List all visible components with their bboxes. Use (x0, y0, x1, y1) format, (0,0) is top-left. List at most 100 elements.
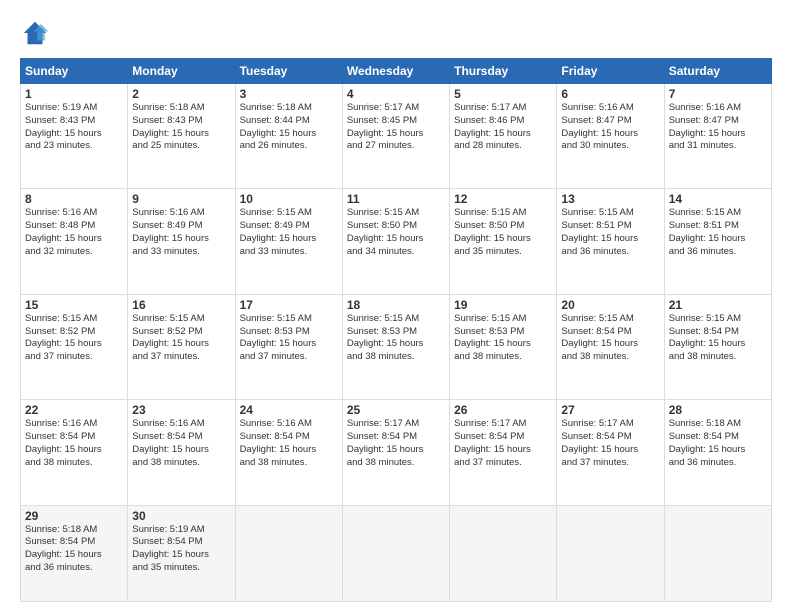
day-info: Sunrise: 5:15 AMSunset: 8:49 PMDaylight:… (240, 207, 338, 258)
day-number: 23 (132, 403, 230, 417)
day-info: Sunrise: 5:16 AMSunset: 8:54 PMDaylight:… (25, 418, 123, 469)
day-info: Sunrise: 5:16 AMSunset: 8:49 PMDaylight:… (132, 207, 230, 258)
calendar-cell: 9Sunrise: 5:16 AMSunset: 8:49 PMDaylight… (128, 189, 235, 294)
calendar-cell (235, 505, 342, 602)
day-info: Sunrise: 5:15 AMSunset: 8:52 PMDaylight:… (132, 313, 230, 364)
calendar-cell: 13Sunrise: 5:15 AMSunset: 8:51 PMDayligh… (557, 189, 664, 294)
day-number: 2 (132, 87, 230, 101)
header-friday: Friday (557, 59, 664, 84)
day-number: 8 (25, 192, 123, 206)
day-info: Sunrise: 5:16 AMSunset: 8:54 PMDaylight:… (240, 418, 338, 469)
calendar-cell: 19Sunrise: 5:15 AMSunset: 8:53 PMDayligh… (450, 294, 557, 399)
calendar-cell: 6Sunrise: 5:16 AMSunset: 8:47 PMDaylight… (557, 84, 664, 189)
day-number: 15 (25, 298, 123, 312)
day-info: Sunrise: 5:15 AMSunset: 8:51 PMDaylight:… (669, 207, 767, 258)
day-info: Sunrise: 5:18 AMSunset: 8:54 PMDaylight:… (669, 418, 767, 469)
day-info: Sunrise: 5:17 AMSunset: 8:54 PMDaylight:… (561, 418, 659, 469)
day-info: Sunrise: 5:18 AMSunset: 8:54 PMDaylight:… (25, 524, 123, 575)
day-number: 17 (240, 298, 338, 312)
header-wednesday: Wednesday (342, 59, 449, 84)
day-number: 27 (561, 403, 659, 417)
day-number: 13 (561, 192, 659, 206)
day-info: Sunrise: 5:15 AMSunset: 8:54 PMDaylight:… (669, 313, 767, 364)
header-sunday: Sunday (21, 59, 128, 84)
day-number: 7 (669, 87, 767, 101)
header-tuesday: Tuesday (235, 59, 342, 84)
page: SundayMondayTuesdayWednesdayThursdayFrid… (0, 0, 792, 612)
day-number: 5 (454, 87, 552, 101)
week-row-4: 29Sunrise: 5:18 AMSunset: 8:54 PMDayligh… (21, 505, 772, 602)
calendar-cell: 4Sunrise: 5:17 AMSunset: 8:45 PMDaylight… (342, 84, 449, 189)
day-number: 11 (347, 192, 445, 206)
calendar-cell: 3Sunrise: 5:18 AMSunset: 8:44 PMDaylight… (235, 84, 342, 189)
day-info: Sunrise: 5:15 AMSunset: 8:50 PMDaylight:… (454, 207, 552, 258)
calendar-cell: 25Sunrise: 5:17 AMSunset: 8:54 PMDayligh… (342, 400, 449, 505)
calendar-cell: 29Sunrise: 5:18 AMSunset: 8:54 PMDayligh… (21, 505, 128, 602)
day-number: 9 (132, 192, 230, 206)
week-row-3: 22Sunrise: 5:16 AMSunset: 8:54 PMDayligh… (21, 400, 772, 505)
calendar-cell: 26Sunrise: 5:17 AMSunset: 8:54 PMDayligh… (450, 400, 557, 505)
day-info: Sunrise: 5:19 AMSunset: 8:54 PMDaylight:… (132, 524, 230, 575)
calendar-cell: 17Sunrise: 5:15 AMSunset: 8:53 PMDayligh… (235, 294, 342, 399)
calendar-cell: 15Sunrise: 5:15 AMSunset: 8:52 PMDayligh… (21, 294, 128, 399)
day-info: Sunrise: 5:16 AMSunset: 8:47 PMDaylight:… (561, 102, 659, 153)
calendar-cell: 30Sunrise: 5:19 AMSunset: 8:54 PMDayligh… (128, 505, 235, 602)
day-number: 6 (561, 87, 659, 101)
top-section (20, 18, 772, 48)
day-info: Sunrise: 5:15 AMSunset: 8:53 PMDaylight:… (240, 313, 338, 364)
day-number: 26 (454, 403, 552, 417)
logo (20, 18, 54, 48)
week-row-1: 8Sunrise: 5:16 AMSunset: 8:48 PMDaylight… (21, 189, 772, 294)
calendar-cell: 23Sunrise: 5:16 AMSunset: 8:54 PMDayligh… (128, 400, 235, 505)
header-thursday: Thursday (450, 59, 557, 84)
calendar-cell: 18Sunrise: 5:15 AMSunset: 8:53 PMDayligh… (342, 294, 449, 399)
calendar-cell: 14Sunrise: 5:15 AMSunset: 8:51 PMDayligh… (664, 189, 771, 294)
day-number: 1 (25, 87, 123, 101)
header-saturday: Saturday (664, 59, 771, 84)
day-number: 19 (454, 298, 552, 312)
day-number: 18 (347, 298, 445, 312)
week-row-2: 15 Sunrise: 5:15 AMSunset: 8:52 PMDayligh… (21, 294, 772, 399)
calendar-cell: 10Sunrise: 5:15 AMSunset: 8:49 PMDayligh… (235, 189, 342, 294)
day-info: Sunrise: 5:16 AMSunset: 8:47 PMDaylight:… (669, 102, 767, 153)
day-info: Sunrise: 5:17 AMSunset: 8:45 PMDaylight:… (347, 102, 445, 153)
calendar-cell: 1Sunrise: 5:19 AMSunset: 8:43 PMDaylight… (21, 84, 128, 189)
day-number: 30 (132, 509, 230, 523)
calendar-table: SundayMondayTuesdayWednesdayThursdayFrid… (20, 58, 772, 602)
day-info: Sunrise: 5:16 AMSunset: 8:48 PMDaylight:… (25, 207, 123, 258)
logo-icon (20, 18, 50, 48)
day-info: Sunrise: 5:18 AMSunset: 8:44 PMDaylight:… (240, 102, 338, 153)
calendar-cell: 27Sunrise: 5:17 AMSunset: 8:54 PMDayligh… (557, 400, 664, 505)
day-info: Sunrise: 5:15 AMSunset: 8:50 PMDaylight:… (347, 207, 445, 258)
day-number: 10 (240, 192, 338, 206)
calendar-cell: 16Sunrise: 5:15 AMSunset: 8:52 PMDayligh… (128, 294, 235, 399)
calendar-cell: 12Sunrise: 5:15 AMSunset: 8:50 PMDayligh… (450, 189, 557, 294)
day-info: Sunrise: 5:16 AMSunset: 8:54 PMDaylight:… (132, 418, 230, 469)
day-info: Sunrise: 5:15 AMSunset: 8:54 PMDaylight:… (561, 313, 659, 364)
day-number: 22 (25, 403, 123, 417)
calendar-cell (450, 505, 557, 602)
calendar-cell: 24Sunrise: 5:16 AMSunset: 8:54 PMDayligh… (235, 400, 342, 505)
day-info: Sunrise: 5:17 AMSunset: 8:54 PMDaylight:… (347, 418, 445, 469)
day-info: Sunrise: 5:18 AMSunset: 8:43 PMDaylight:… (132, 102, 230, 153)
day-info: Sunrise: 5:15 AMSunset: 8:53 PMDaylight:… (454, 313, 552, 364)
calendar-cell (664, 505, 771, 602)
day-number: 12 (454, 192, 552, 206)
calendar-cell (557, 505, 664, 602)
calendar-cell: 28Sunrise: 5:18 AMSunset: 8:54 PMDayligh… (664, 400, 771, 505)
day-number: 21 (669, 298, 767, 312)
calendar-cell: 20Sunrise: 5:15 AMSunset: 8:54 PMDayligh… (557, 294, 664, 399)
day-number: 16 (132, 298, 230, 312)
header-row: SundayMondayTuesdayWednesdayThursdayFrid… (21, 59, 772, 84)
day-number: 28 (669, 403, 767, 417)
day-number: 25 (347, 403, 445, 417)
day-number: 29 (25, 509, 123, 523)
day-info: Sunrise: 5:19 AMSunset: 8:43 PMDaylight:… (25, 102, 123, 153)
day-info: Sunrise: 5:15 AMSunset: 8:51 PMDaylight:… (561, 207, 659, 258)
day-info: Sunrise: 5:17 AMSunset: 8:46 PMDaylight:… (454, 102, 552, 153)
calendar-cell: 22Sunrise: 5:16 AMSunset: 8:54 PMDayligh… (21, 400, 128, 505)
calendar-cell: 21Sunrise: 5:15 AMSunset: 8:54 PMDayligh… (664, 294, 771, 399)
calendar-cell (342, 505, 449, 602)
calendar-cell: 5Sunrise: 5:17 AMSunset: 8:46 PMDaylight… (450, 84, 557, 189)
day-number: 24 (240, 403, 338, 417)
